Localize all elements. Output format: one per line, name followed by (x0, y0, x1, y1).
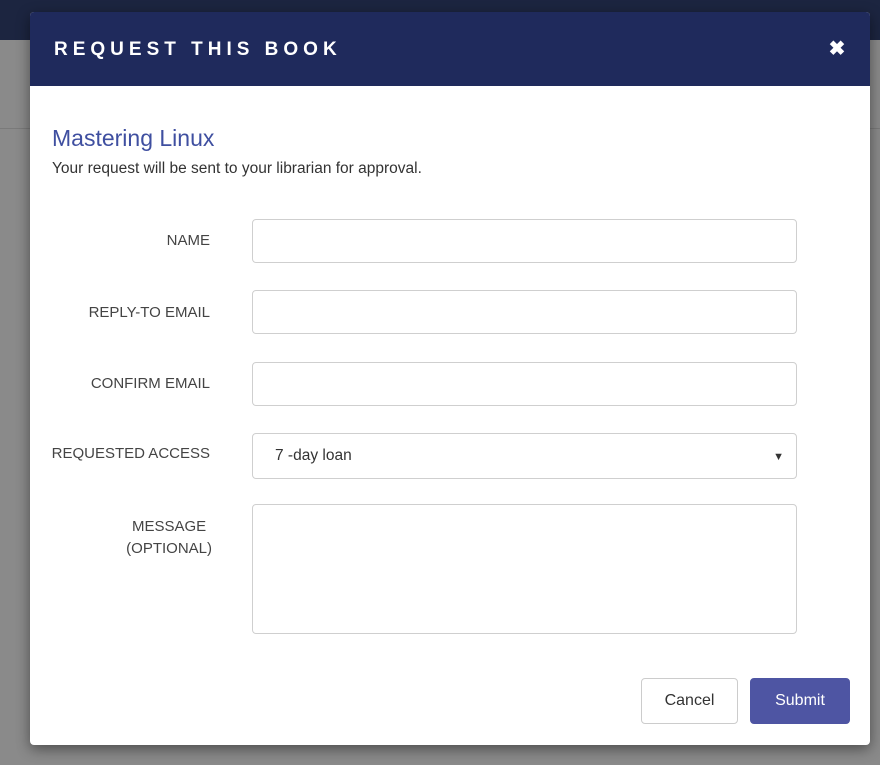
dialog-title: REQUEST THIS BOOK (54, 39, 342, 60)
message-label-line1: MESSAGE (131, 518, 207, 535)
close-icon[interactable]: ✖ (826, 36, 848, 62)
name-input[interactable] (252, 219, 797, 263)
message-label-line2: (OPTIONAL) (126, 540, 212, 557)
reply-to-email-input[interactable] (252, 290, 797, 334)
caret-down-icon: ▼ (773, 451, 784, 463)
confirm-email-label: CONFIRM EMAIL (90, 375, 210, 392)
requested-access-select[interactable]: 7 -day loan ▼ (252, 433, 797, 479)
name-label: NAME (166, 232, 210, 249)
confirm-email-input[interactable] (252, 362, 797, 406)
reply-to-email-label: REPLY-TO EMAIL (88, 304, 210, 321)
book-title: Mastering Linux (52, 125, 215, 151)
requested-access-value: 7 -day loan (275, 447, 352, 464)
dialog-subtitle: Your request will be sent to your librar… (52, 160, 422, 177)
requested-access-label: REQUESTED ACCESS (51, 445, 210, 462)
dialog-header: REQUEST THIS BOOK ✖ (30, 12, 870, 86)
submit-button[interactable]: Submit (750, 678, 850, 724)
cancel-button[interactable]: Cancel (641, 678, 738, 724)
message-label: MESSAGE (OPTIONAL) (126, 516, 212, 560)
request-book-dialog: REQUEST THIS BOOK ✖ Mastering Linux Your… (30, 12, 870, 745)
message-textarea[interactable] (252, 504, 797, 634)
